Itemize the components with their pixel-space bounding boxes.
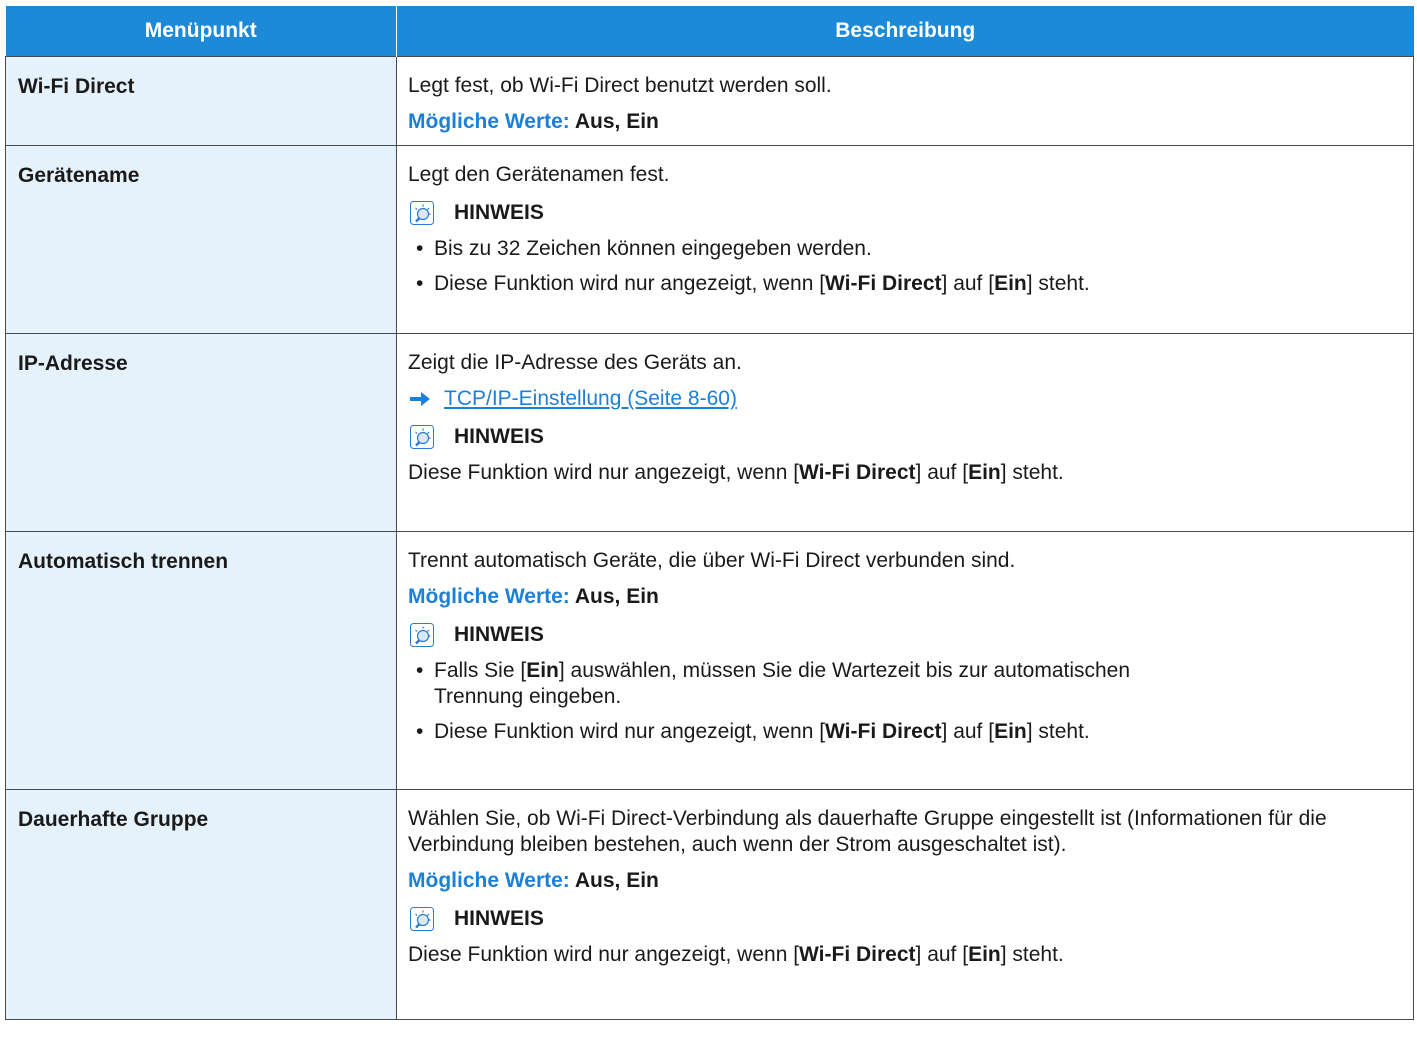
lightbulb-icon [410, 907, 434, 931]
description-cell: Zeigt die IP-Adresse des Geräts an. TCP/… [396, 333, 1414, 532]
list-item: Diese Funktion wird nur angezeigt, wenn … [408, 719, 1403, 745]
description-text: Legt fest, ob Wi-Fi Direct benutzt werde… [408, 74, 832, 97]
table-row: Wi-Fi Direct Legt fest, ob Wi-Fi Direct … [5, 56, 1414, 146]
header-description: Beschreibung [396, 6, 1414, 57]
list-item: Bis zu 32 Zeichen können eingegeben werd… [408, 236, 1403, 262]
values-text: Aus, Ein [574, 869, 659, 892]
possible-values: Mögliche Werte: Aus, Ein [408, 868, 1403, 894]
table-header-row: Menüpunkt Beschreibung [5, 6, 1414, 57]
list-item: Diese Funktion wird nur angezeigt, wenn … [408, 271, 1403, 297]
note-header: HINWEIS [408, 200, 1403, 226]
note-list: Bis zu 32 Zeichen können eingegeben werd… [408, 236, 1403, 297]
description-cell: Trennt automatisch Geräte, die über Wi-F… [396, 531, 1414, 790]
description-text: Trennt automatisch Geräte, die über Wi-F… [408, 549, 1016, 572]
header-menu-item: Menüpunkt [5, 6, 397, 57]
table-row: Gerätename Legt den Gerätenamen fest. HI… [5, 145, 1414, 334]
note-label: HINWEIS [454, 623, 544, 646]
note-label: HINWEIS [454, 907, 544, 930]
reference-link-row: TCP/IP-Einstellung (Seite 8-60) [408, 386, 1403, 412]
table-row: IP-Adresse Zeigt die IP-Adresse des Gerä… [5, 333, 1414, 532]
arrow-right-icon [410, 392, 430, 406]
note-text: Diese Funktion wird nur angezeigt, wenn … [408, 943, 1064, 966]
menu-item-label: Dauerhafte Gruppe [5, 789, 397, 1020]
menu-item-label: Gerätename [5, 145, 397, 334]
description-text: Zeigt die IP-Adresse des Geräts an. [408, 351, 742, 374]
values-text: Aus, Ein [574, 585, 659, 608]
menu-table: Menüpunkt Beschreibung Wi-Fi Direct Legt… [5, 6, 1414, 1020]
note-header: HINWEIS [408, 622, 1403, 648]
menu-item-label: Wi-Fi Direct [5, 56, 397, 146]
description-cell: Wählen Sie, ob Wi-Fi Direct-Verbindung a… [396, 789, 1414, 1020]
values-label: Mögliche Werte: [408, 110, 570, 133]
tcp-ip-settings-link[interactable]: TCP/IP-Einstellung (Seite 8-60) [444, 386, 737, 412]
lightbulb-icon [410, 425, 434, 449]
description-text: Wählen Sie, ob Wi-Fi Direct-Verbindung a… [408, 807, 1327, 856]
note-header: HINWEIS [408, 906, 1403, 932]
table-row: Automatisch trennen Trennt automatisch G… [5, 531, 1414, 790]
table-row: Dauerhafte Gruppe Wählen Sie, ob Wi-Fi D… [5, 789, 1414, 1020]
note-label: HINWEIS [454, 201, 544, 224]
description-text: Legt den Gerätenamen fest. [408, 163, 670, 186]
note-header: HINWEIS [408, 424, 1403, 450]
note-list: Falls Sie [Ein] auswählen, müssen Sie di… [408, 658, 1403, 745]
menu-item-label: Automatisch trennen [5, 531, 397, 790]
menu-item-label: IP-Adresse [5, 333, 397, 532]
description-cell: Legt den Gerätenamen fest. HINWEIS Bis z… [396, 145, 1414, 334]
possible-values: Mögliche Werte: Aus, Ein [408, 109, 1403, 135]
values-label: Mögliche Werte: [408, 869, 570, 892]
list-item: Falls Sie [Ein] auswählen, müssen Sie di… [408, 658, 1403, 710]
note-text: Diese Funktion wird nur angezeigt, wenn … [408, 461, 1064, 484]
lightbulb-icon [410, 201, 434, 225]
note-label: HINWEIS [454, 425, 544, 448]
values-label: Mögliche Werte: [408, 585, 570, 608]
description-cell: Legt fest, ob Wi-Fi Direct benutzt werde… [396, 56, 1414, 146]
possible-values: Mögliche Werte: Aus, Ein [408, 584, 1403, 610]
lightbulb-icon [410, 623, 434, 647]
values-text: Aus, Ein [574, 110, 659, 133]
